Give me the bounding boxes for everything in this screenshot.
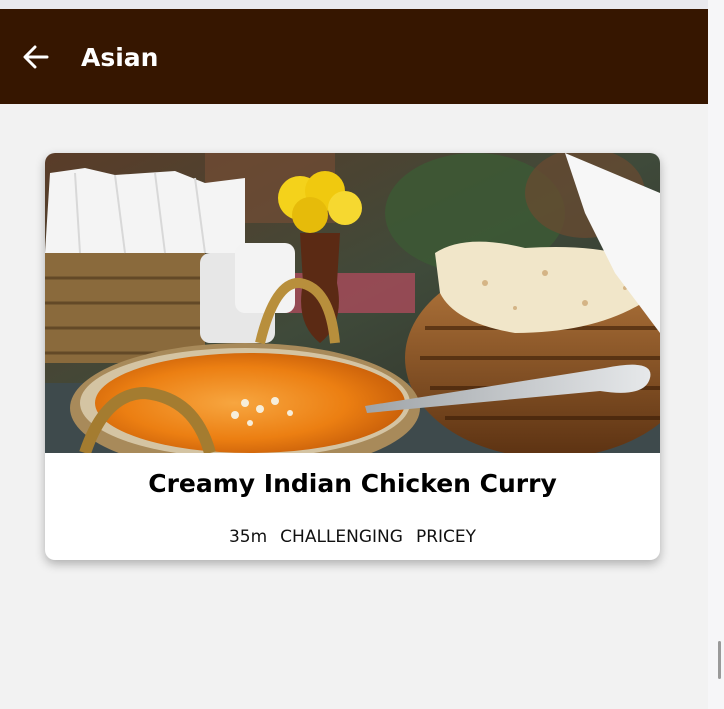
meal-title: Creamy Indian Chicken Curry xyxy=(148,469,557,498)
meal-complexity: CHALLENGING xyxy=(280,527,403,547)
page-title: Asian xyxy=(81,43,159,72)
scrollbar-track[interactable] xyxy=(708,0,724,709)
meal-meta: 35m CHALLENGING PRICEY xyxy=(45,526,660,548)
meal-image xyxy=(45,153,660,453)
meal-card[interactable]: Creamy Indian Chicken Curry 35m CHALLENG… xyxy=(45,153,660,560)
arrow-left-icon xyxy=(23,45,49,69)
app-bar: Asian xyxy=(0,9,708,104)
meal-affordability: PRICEY xyxy=(415,527,477,547)
meal-duration: 35m xyxy=(228,527,268,547)
window-top-strip xyxy=(0,0,708,9)
back-button[interactable] xyxy=(14,37,58,77)
scrollbar-thumb[interactable] xyxy=(718,641,721,679)
